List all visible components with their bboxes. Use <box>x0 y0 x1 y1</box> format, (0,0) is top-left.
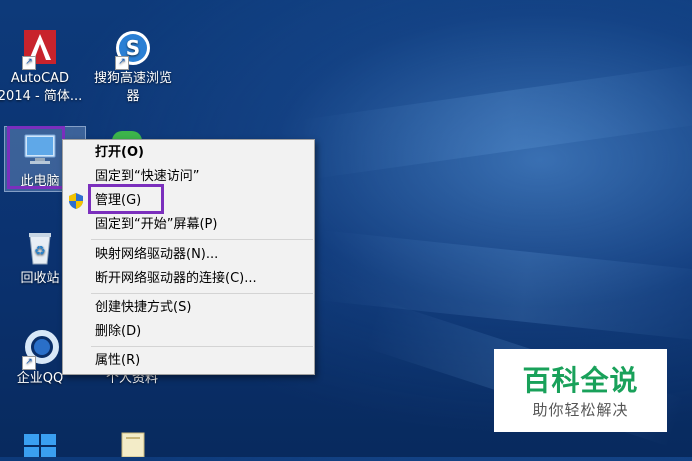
menu-item-create-shortcut[interactable]: 创建快捷方式(S) <box>63 296 314 320</box>
svg-text:♻: ♻ <box>34 244 46 259</box>
menu-item-label: 映射网络驱动器(N)... <box>95 247 219 262</box>
menu-item-open[interactable]: 打开(O) <box>63 141 314 165</box>
desktop-icon-autocad[interactable]: ↗ AutoCAD 2014 - 简体... <box>0 28 86 106</box>
windows-icon[interactable] <box>22 432 58 457</box>
shortcut-arrow-icon: ↗ <box>115 56 129 70</box>
desktop-icon-label: AutoCAD <box>10 71 70 86</box>
sogou-browser-icon: S ↗ <box>113 28 153 70</box>
menu-item-disconnect-network-drive[interactable]: 断开网络驱动器的连接(C)... <box>63 267 314 291</box>
uac-shield-icon <box>67 192 85 210</box>
menu-item-map-network-drive[interactable]: 映射网络驱动器(N)... <box>63 243 314 267</box>
menu-separator <box>91 293 313 294</box>
manage-highlight-box <box>88 184 164 214</box>
qq-icon: ↗ <box>20 328 60 370</box>
menu-item-label: 属性(R) <box>95 353 141 368</box>
shortcut-arrow-icon: ↗ <box>22 56 36 70</box>
menu-item-label: 固定到“快速访问” <box>95 169 200 184</box>
menu-item-label: 删除(D) <box>95 324 142 339</box>
wallpaper-beam <box>312 230 692 344</box>
watermark-logo: 百科全说 助你轻松解决 <box>494 349 667 432</box>
context-menu: 打开(O) 固定到“快速访问” 管理(G) 固定到“开始”屏幕(P) 映射网络驱… <box>62 139 315 375</box>
menu-item-pin-start[interactable]: 固定到“开始”屏幕(P) <box>63 213 314 237</box>
desktop-icon-label: 搜狗高速浏览 <box>93 71 172 86</box>
desktop-icon-label: 2014 - 简体... <box>0 89 83 104</box>
shortcut-arrow-icon: ↗ <box>22 356 36 370</box>
menu-item-delete[interactable]: 删除(D) <box>63 320 314 344</box>
watermark-subtitle: 助你轻松解决 <box>532 401 629 419</box>
menu-item-properties[interactable]: 属性(R) <box>63 349 314 373</box>
menu-item-label: 打开(O) <box>95 145 144 160</box>
autocad-icon: ↗ <box>20 28 60 70</box>
menu-separator <box>91 239 313 240</box>
document-icon[interactable] <box>119 432 147 458</box>
menu-item-label: 固定到“开始”屏幕(P) <box>95 217 218 232</box>
desktop-icon-sogou-browser[interactable]: S ↗ 搜狗高速浏览 器 <box>87 28 179 106</box>
menu-separator <box>91 346 313 347</box>
menu-item-label: 断开网络驱动器的连接(C)... <box>95 271 257 286</box>
wallpaper-beam <box>300 61 692 180</box>
desktop-icon-label: 器 <box>126 89 140 104</box>
watermark-title: 百科全说 <box>522 364 639 397</box>
recycle-bin-icon: ♻ <box>20 228 60 268</box>
menu-item-label: 创建快捷方式(S) <box>95 300 192 315</box>
this-pc-highlight-box <box>7 126 65 189</box>
